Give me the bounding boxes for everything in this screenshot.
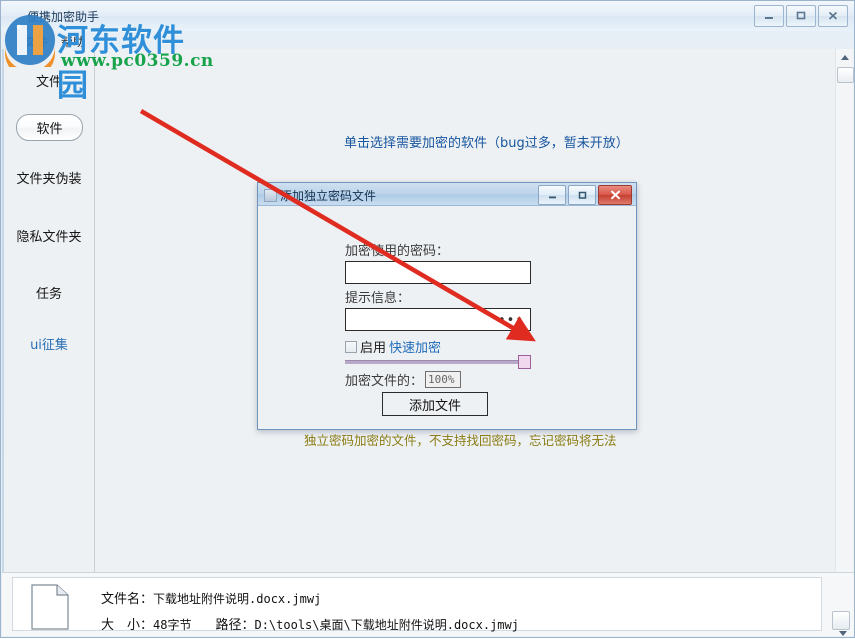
file-size-label: 大 小：	[101, 618, 154, 633]
dialog-app-icon	[264, 189, 277, 202]
password-label: 加密使用的密码：	[345, 244, 450, 259]
dialog-close-button[interactable]	[598, 185, 632, 205]
scrollbar-thumb[interactable]	[837, 67, 854, 83]
menu-bar: 文件 帮助	[1, 31, 854, 49]
sidebar-item-folder-disguise[interactable]: 文件夹伪装	[4, 168, 94, 187]
slider-track	[345, 360, 529, 364]
sidebar-divider	[94, 49, 95, 574]
quick-encrypt-row: 启用 快速加密	[345, 337, 441, 356]
percent-row: 加密文件的： 100%	[345, 370, 462, 389]
window-controls	[754, 5, 848, 27]
dialog-minimize-button[interactable]	[538, 185, 566, 205]
ellipsis-icon[interactable]: •••	[498, 314, 524, 327]
scroll-down-button[interactable]	[839, 631, 847, 636]
main-area-hint: 单击选择需要加密的软件（bug过多，暂未开放）	[344, 136, 629, 151]
document-icon	[31, 584, 69, 630]
hint-label: 提示信息：	[345, 291, 411, 306]
sidebar-item-tasks[interactable]: 任务	[4, 283, 94, 302]
slider-thumb[interactable]	[518, 355, 531, 369]
dialog-window-controls	[538, 185, 632, 205]
maximize-icon	[796, 11, 806, 20]
sidebar-item-files[interactable]: 文件	[4, 71, 94, 90]
file-name-label: 文件名：	[101, 592, 154, 607]
quick-encrypt-link[interactable]: 快速加密	[389, 337, 441, 356]
close-icon	[610, 190, 620, 200]
minimize-icon	[765, 17, 773, 19]
minimize-icon	[548, 196, 556, 198]
file-size-path-line: 大 小：48字节 路径：D:\tools\桌面\下载地址附件说明.docx.jmw…	[101, 614, 519, 633]
application-root: 便携加密助手 文件 帮助 文件 软件 文件夹伪装 隐私文件夹 任务 ui征集 单…	[0, 0, 855, 638]
vertical-scrollbar[interactable]	[835, 49, 854, 574]
sidebar-item-ui-collection[interactable]: ui征集	[4, 334, 94, 353]
scroll-down-thumb[interactable]	[832, 611, 850, 630]
status-bar: 文件名：下载地址附件说明.docx.jmwj 大 小：48字节 路径：D:\too…	[2, 572, 854, 636]
scroll-up-button[interactable]	[836, 49, 853, 66]
file-path-label: 路径：	[215, 618, 255, 633]
title-bar: 便携加密助手	[1, 1, 854, 31]
dialog-title: 添加独立密码文件	[280, 189, 377, 203]
file-path-value: D:\tools\桌面\下载地址附件说明.docx.jmwj	[254, 618, 519, 632]
percent-label: 加密文件的：	[345, 374, 424, 389]
minimize-button[interactable]	[754, 5, 784, 27]
password-input[interactable]	[345, 261, 531, 284]
maximize-button[interactable]	[786, 5, 816, 27]
dialog-body: 加密使用的密码： 提示信息： ••• 启用 快速加密 加密文件的： 100% 添…	[258, 206, 636, 448]
sidebar: 文件 软件 文件夹伪装 隐私文件夹 任务 ui征集	[4, 49, 94, 574]
maximize-icon	[578, 191, 586, 199]
file-name-value: 下载地址附件说明.docx.jmwj	[153, 592, 322, 606]
close-button[interactable]	[818, 5, 848, 27]
enable-label: 启用	[360, 341, 387, 356]
file-size-value: 48字节	[153, 618, 192, 632]
chevron-up-icon	[840, 55, 849, 60]
sidebar-item-private-folder[interactable]: 隐私文件夹	[4, 226, 94, 245]
dialog-title-bar: 添加独立密码文件	[258, 183, 636, 206]
sidebar-item-software[interactable]: 软件	[16, 114, 83, 141]
dialog-maximize-button[interactable]	[568, 185, 596, 205]
encrypt-percent-slider[interactable]	[345, 355, 531, 369]
hint-input[interactable]: •••	[345, 308, 531, 331]
file-name-line: 文件名：下载地址附件说明.docx.jmwj	[101, 588, 321, 607]
percent-value[interactable]: 100%	[425, 371, 462, 388]
add-file-button[interactable]: 添加文件	[382, 392, 488, 416]
main-window: 便携加密助手 文件 帮助 文件 软件 文件夹伪装 隐私文件夹 任务 ui征集 单…	[0, 0, 855, 638]
add-password-file-dialog: 添加独立密码文件 加密使用的密码： 提示信息： ••• 启用 快速加密 加密文件…	[257, 182, 637, 448]
chevron-down-icon	[839, 631, 847, 636]
enable-checkbox[interactable]	[345, 340, 357, 353]
file-info-panel: 文件名：下载地址附件说明.docx.jmwj 大 小：48字节 路径：D:\too…	[12, 577, 822, 633]
window-title: 便携加密助手	[27, 10, 100, 24]
dialog-warning-text: 独立密码加密的文件，不支持找回密码，忘记密码将无法	[304, 433, 617, 448]
close-icon	[828, 11, 838, 20]
